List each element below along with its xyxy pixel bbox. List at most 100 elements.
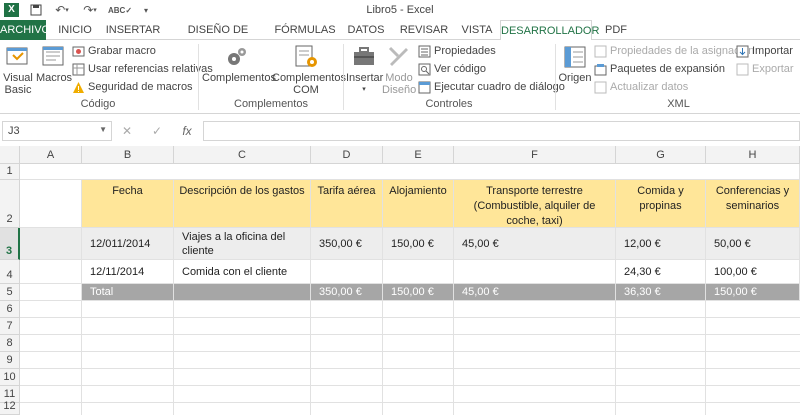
- row-header[interactable]: 6: [0, 301, 20, 318]
- cell-f4[interactable]: [454, 260, 616, 284]
- col-header-e[interactable]: E: [383, 146, 454, 164]
- name-box[interactable]: J3 ▼: [2, 121, 112, 141]
- exportar-button[interactable]: Exportar: [736, 61, 794, 77]
- ejecutar-dialogo-button[interactable]: Ejecutar cuadro de diálogo: [418, 79, 565, 95]
- header-comida[interactable]: Comida y propinas: [616, 180, 706, 228]
- complementos-com-button[interactable]: Complementos COM: [272, 44, 346, 96]
- cell-h4[interactable]: 100,00 €: [706, 260, 800, 284]
- cancel-icon[interactable]: ✕: [112, 124, 142, 138]
- row-header-selected[interactable]: 3: [0, 228, 20, 260]
- col-header-f[interactable]: F: [454, 146, 616, 164]
- seguridad-macros-label: Seguridad de macros: [88, 81, 193, 93]
- ribbon-separator: [198, 44, 199, 110]
- insertar-dropdown-icon: ▾: [362, 86, 366, 93]
- complementos-label: Complementos: [202, 72, 276, 84]
- cell-c4[interactable]: Comida con el cliente: [174, 260, 311, 284]
- chevron-down-icon[interactable]: ▼: [99, 125, 107, 134]
- row-header[interactable]: 9: [0, 352, 20, 369]
- tab-diseno-pagina[interactable]: DISEÑO DE PÁGINA: [166, 20, 270, 56]
- tab-insertar[interactable]: INSERTAR: [102, 20, 164, 40]
- visual-basic-button[interactable]: Visual Basic: [2, 44, 34, 96]
- cell-g5[interactable]: 36,30 €: [616, 284, 706, 301]
- tab-vista[interactable]: VISTA: [456, 20, 498, 40]
- col-header-b[interactable]: B: [82, 146, 174, 164]
- cell-c3[interactable]: Viajes a la oficina del cliente: [174, 228, 311, 260]
- cell-d5[interactable]: 350,00 €: [311, 284, 383, 301]
- header-tarifa-aerea[interactable]: Tarifa aérea: [311, 180, 383, 228]
- tab-archivo[interactable]: ARCHIVO: [0, 20, 50, 40]
- cell-e4[interactable]: [383, 260, 454, 284]
- header-alojamiento[interactable]: Alojamiento: [383, 180, 454, 228]
- grabar-macro-button[interactable]: Grabar macro: [72, 43, 156, 59]
- complementos-button[interactable]: Complementos: [202, 44, 276, 84]
- macros-button[interactable]: Macros: [36, 44, 72, 84]
- col-header-g[interactable]: G: [616, 146, 706, 164]
- cell-d4[interactable]: [311, 260, 383, 284]
- group-xml-label: XML: [667, 98, 690, 110]
- row-1-cells[interactable]: [20, 164, 800, 180]
- cell-h5[interactable]: 150,00 €: [706, 284, 800, 301]
- col-header-a[interactable]: A: [20, 146, 82, 164]
- cell-a4[interactable]: [20, 260, 82, 284]
- enter-icon[interactable]: ✓: [142, 124, 172, 138]
- cell-d3[interactable]: 350,00 €: [311, 228, 383, 260]
- row-header[interactable]: 2: [0, 180, 20, 228]
- importar-button[interactable]: Importar: [736, 43, 793, 59]
- cell-b4[interactable]: 12/11/2014: [82, 260, 174, 284]
- row-header[interactable]: 7: [0, 318, 20, 335]
- col-header-h[interactable]: H: [706, 146, 800, 164]
- seguridad-macros-button[interactable]: Seguridad de macros: [72, 79, 193, 95]
- tab-inicio[interactable]: INICIO: [50, 20, 100, 40]
- cell-b5-total[interactable]: Total: [82, 284, 174, 301]
- row-header[interactable]: 8: [0, 335, 20, 352]
- usar-referencias-button[interactable]: Usar referencias relativas: [72, 61, 213, 77]
- cell-g4[interactable]: 24,30 €: [616, 260, 706, 284]
- header-fecha[interactable]: Fecha: [82, 180, 174, 228]
- ver-codigo-button[interactable]: Ver código: [418, 61, 486, 77]
- relative-references-icon: [72, 63, 85, 75]
- formula-input[interactable]: [203, 121, 800, 141]
- propiedades-asignacion-button[interactable]: Propiedades de la asignación: [594, 43, 754, 59]
- col-header-d[interactable]: D: [311, 146, 383, 164]
- tab-revisar[interactable]: REVISAR: [394, 20, 454, 40]
- row-header[interactable]: 12: [0, 400, 20, 415]
- cell-a5[interactable]: [20, 284, 82, 301]
- row-header[interactable]: 10: [0, 369, 20, 386]
- row-header[interactable]: 4: [0, 260, 20, 284]
- tab-datos[interactable]: DATOS: [340, 20, 392, 40]
- origen-button[interactable]: Origen: [558, 44, 592, 84]
- import-icon: [736, 45, 749, 57]
- insert-function-icon[interactable]: fx: [172, 124, 202, 138]
- cell-f5[interactable]: 45,00 €: [454, 284, 616, 301]
- cell-b3[interactable]: 12/011/2014: [82, 228, 174, 260]
- cell-h3[interactable]: 50,00 €: [706, 228, 800, 260]
- cell-c5[interactable]: [174, 284, 311, 301]
- record-macro-icon: [72, 46, 85, 56]
- visual-basic-label: Visual Basic: [3, 72, 33, 96]
- group-controles-label: Controles: [425, 98, 473, 110]
- col-header-c[interactable]: C: [174, 146, 311, 164]
- insertar-control-button[interactable]: Insertar ▾: [346, 44, 383, 96]
- cell-g3[interactable]: 12,00 €: [616, 228, 706, 260]
- cell-a2[interactable]: [20, 180, 82, 228]
- tab-desarrollador[interactable]: DESARROLLADOR: [500, 20, 599, 41]
- header-transporte[interactable]: Transporte terrestre (Combustible, alqui…: [454, 180, 616, 228]
- modo-diseno-button[interactable]: Modo Diseño: [382, 44, 416, 96]
- cell-e5[interactable]: 150,00 €: [383, 284, 454, 301]
- select-all-corner[interactable]: [0, 146, 20, 164]
- empty-rows-grid[interactable]: [20, 301, 800, 415]
- ejecutar-dialogo-label: Ejecutar cuadro de diálogo: [434, 81, 565, 93]
- header-conferencias[interactable]: Conferencias y seminarios: [706, 180, 800, 228]
- paquetes-expansion-button[interactable]: Paquetes de expansión: [594, 61, 725, 77]
- propiedades-button[interactable]: Propiedades: [418, 43, 496, 59]
- row-header[interactable]: 5: [0, 284, 20, 301]
- row-header[interactable]: 1: [0, 164, 20, 180]
- cell-f3[interactable]: 45,00 €: [454, 228, 616, 260]
- cell-e3[interactable]: 150,00 €: [383, 228, 454, 260]
- actualizar-datos-button[interactable]: Actualizar datos: [594, 79, 688, 95]
- design-mode-icon: [388, 46, 408, 66]
- tab-formulas[interactable]: FÓRMULAS: [272, 20, 338, 40]
- header-descripcion[interactable]: Descripción de los gastos: [174, 180, 311, 228]
- cell-a3[interactable]: [20, 228, 82, 260]
- tab-pdf[interactable]: PDF: [594, 20, 638, 40]
